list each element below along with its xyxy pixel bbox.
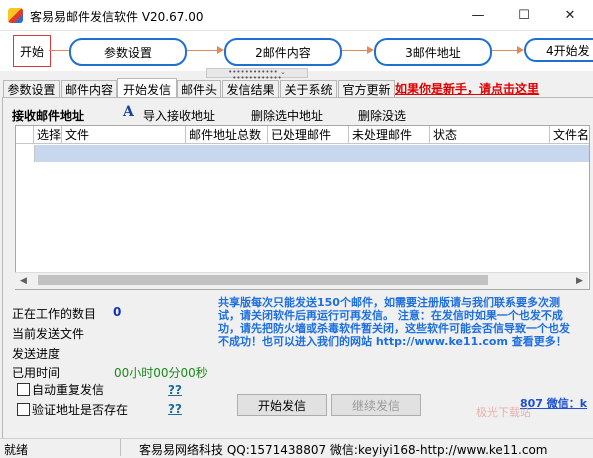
column-header-select[interactable]: 选择	[34, 126, 62, 144]
working-count-value: 0	[113, 305, 122, 319]
continue-send-button[interactable]: 继续发信	[331, 394, 421, 416]
scrollbar-thumb[interactable]	[38, 275, 488, 285]
import-icon[interactable]: A	[123, 104, 134, 120]
tab-params[interactable]: 参数设置	[3, 80, 60, 98]
flow-step-address[interactable]: 3邮件地址	[374, 38, 492, 66]
flow-arrow-head	[217, 46, 224, 54]
flow-arrow	[187, 50, 217, 51]
tab-send-results[interactable]: 发信结果	[222, 80, 279, 98]
auto-resend-label[interactable]: 自动重复发信	[32, 381, 104, 398]
elapsed-value: 00小时00分00秒	[114, 366, 208, 380]
auto-resend-checkbox[interactable]	[17, 383, 30, 396]
minimize-button[interactable]: —	[455, 0, 501, 30]
import-address-button[interactable]: 导入接收地址	[143, 107, 215, 124]
flow-arrow	[492, 50, 517, 51]
status-ready-text: 就绪	[4, 443, 29, 457]
newbie-help-link[interactable]: 如果你是新手，请点击这里	[395, 80, 539, 97]
status-company-info: 客易易网络科技 QQ:1571438807 微信:keyiyi168-http:…	[139, 443, 548, 457]
column-header-file[interactable]: 文件	[62, 126, 186, 144]
row-indicator	[16, 145, 35, 162]
tab-content[interactable]: 邮件内容	[61, 80, 117, 98]
auto-resend-help-link[interactable]: ??	[168, 383, 182, 397]
close-button[interactable]: ✕	[547, 0, 593, 30]
tab-about[interactable]: 关于系统	[280, 80, 337, 98]
working-count-label: 正在工作的数目	[12, 307, 97, 321]
app-icon	[8, 8, 23, 23]
tab-start-send[interactable]: 开始发信	[117, 78, 177, 99]
window-title: 客易易邮件发信软件 V20.67.00	[30, 10, 204, 24]
delete-unselected-button[interactable]: 删除没选	[358, 107, 406, 124]
section-label: 接收邮件地址	[12, 109, 85, 123]
flow-start-button[interactable]: 开始	[13, 35, 51, 67]
address-grid[interactable]: 选择 文件 邮件地址总数 已处理邮件 未处理邮件 状态 文件名	[15, 125, 590, 290]
scroll-right-icon[interactable]: ▶	[576, 276, 583, 286]
grid-corner	[16, 126, 34, 144]
progress-label: 发送进度	[12, 347, 61, 361]
verify-address-label[interactable]: 验证地址是否存在	[32, 401, 128, 418]
flow-arrow-head	[367, 46, 374, 54]
flow-arrow-head	[517, 46, 524, 54]
flow-step-content[interactable]: 2邮件内容	[224, 38, 342, 66]
notice-text: 共享版每次只能发送150个邮件，如需要注册版请与我们联系要多次测试，请关闭软件后…	[218, 296, 570, 348]
status-separator	[120, 439, 121, 456]
current-file-label: 当前发送文件	[12, 327, 85, 341]
verify-help-link[interactable]: ??	[168, 402, 182, 416]
maximize-button[interactable]: ☐	[501, 0, 547, 30]
start-send-button[interactable]: 开始发信	[237, 394, 327, 416]
column-header-status[interactable]: 状态	[430, 126, 550, 144]
splitter-handle[interactable]: •••••••••••• ⌄ ••••••••••••	[206, 68, 308, 82]
delete-selected-button[interactable]: 删除选中地址	[251, 107, 323, 124]
column-header-unprocessed[interactable]: 未处理邮件	[349, 126, 430, 144]
watermark: 极光下载站	[476, 406, 531, 419]
tab-mail-header[interactable]: 邮件头	[177, 80, 221, 98]
flow-step-send[interactable]: 4开始发	[524, 38, 593, 62]
elapsed-label: 已用时间	[12, 366, 61, 380]
tab-official-update[interactable]: 官方更新	[338, 80, 395, 98]
column-header-processed[interactable]: 已处理邮件	[268, 126, 349, 144]
scroll-left-icon[interactable]: ◀	[20, 276, 27, 286]
flow-arrow	[49, 50, 69, 51]
flow-step-params[interactable]: 参数设置	[69, 38, 187, 66]
verify-address-checkbox[interactable]	[17, 403, 30, 416]
column-header-total[interactable]: 邮件地址总数	[186, 126, 268, 144]
table-row[interactable]	[16, 145, 589, 162]
flow-arrow	[342, 50, 367, 51]
column-header-filename[interactable]: 文件名	[550, 126, 589, 144]
